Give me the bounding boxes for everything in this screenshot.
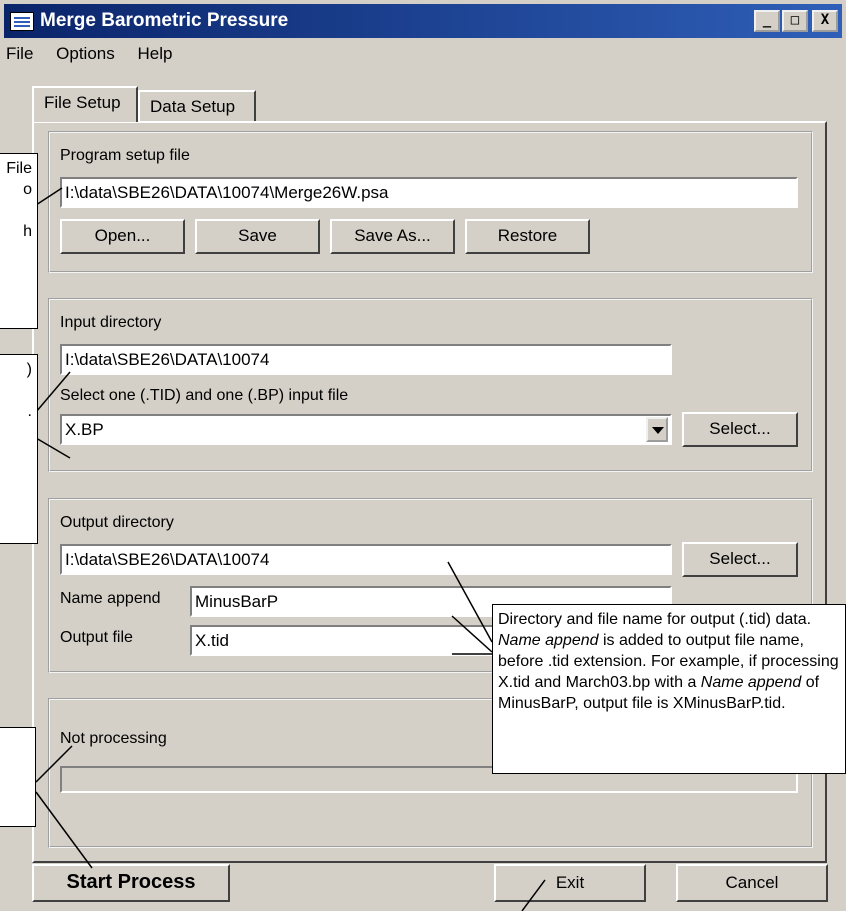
close-button[interactable]: X: [812, 10, 838, 32]
output-file-label: Output file: [60, 629, 133, 646]
program-setup-path-field[interactable]: I:\data\SBE26\DATA\10074\Merge26W.psa: [60, 177, 798, 208]
output-select-button[interactable]: Select...: [682, 542, 798, 577]
input-directory-label: Input directory: [60, 314, 162, 331]
title-bar: Merge Barometric Pressure _ □ X: [4, 4, 842, 38]
tab-data-setup[interactable]: Data Setup: [138, 90, 256, 122]
callout-input-directory: ) .: [0, 354, 38, 544]
save-as-button[interactable]: Save As...: [330, 219, 455, 254]
tab-file-setup[interactable]: File Setup: [32, 86, 138, 122]
menu-options[interactable]: Options: [54, 44, 117, 63]
chevron-down-icon[interactable]: [646, 417, 668, 442]
callout-status: [0, 727, 36, 827]
app-window: Merge Barometric Pressure _ □ X File Opt…: [0, 0, 846, 911]
input-file-selected: X.BP: [65, 420, 104, 439]
program-setup-label: Program setup file: [60, 147, 190, 164]
name-append-label: Name append: [60, 590, 161, 607]
open-button[interactable]: Open...: [60, 219, 185, 254]
input-directory-group: Input directory I:\data\SBE26\DATA\10074…: [48, 298, 813, 472]
exit-button[interactable]: Exit: [494, 864, 646, 902]
callout-program-setup: File o h: [0, 153, 38, 329]
save-button[interactable]: Save: [195, 219, 320, 254]
program-setup-group: Program setup file I:\data\SBE26\DATA\10…: [48, 131, 813, 273]
app-icon: [10, 12, 34, 31]
callout-output-text: Directory and file name for output (.tid…: [498, 611, 839, 712]
menu-bar: File Options Help: [4, 44, 188, 70]
input-select-button[interactable]: Select...: [682, 412, 798, 447]
callout-output: Directory and file name for output (.tid…: [492, 604, 846, 774]
restore-button[interactable]: Restore: [465, 219, 590, 254]
start-process-button[interactable]: Start Process: [32, 864, 230, 902]
input-file-select-label: Select one (.TID) and one (.BP) input fi…: [60, 387, 349, 404]
status-text: Not processing: [60, 730, 167, 747]
output-directory-label: Output directory: [60, 514, 174, 531]
maximize-button[interactable]: □: [782, 10, 808, 32]
input-directory-field[interactable]: I:\data\SBE26\DATA\10074: [60, 344, 672, 375]
menu-file[interactable]: File: [4, 44, 35, 63]
cancel-button[interactable]: Cancel: [676, 864, 828, 902]
minimize-button[interactable]: _: [754, 10, 780, 32]
window-title: Merge Barometric Pressure: [40, 10, 289, 31]
menu-help[interactable]: Help: [135, 44, 174, 63]
output-directory-field[interactable]: I:\data\SBE26\DATA\10074: [60, 544, 672, 575]
input-file-dropdown[interactable]: X.BP: [60, 414, 672, 445]
